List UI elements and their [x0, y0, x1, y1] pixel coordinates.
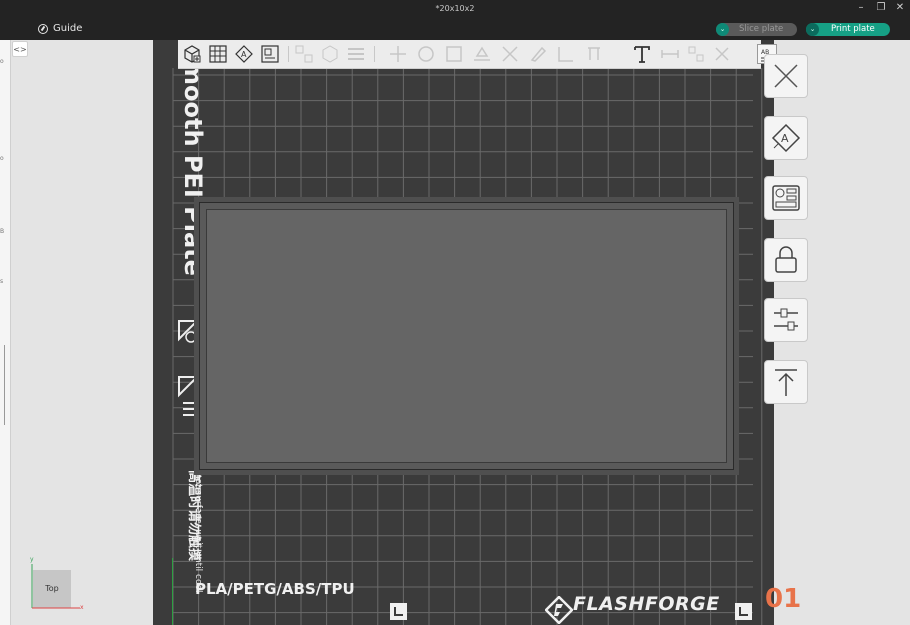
svg-text:A: A [781, 132, 789, 145]
brand-label: FLASHFORGE [573, 593, 720, 615]
build-plate[interactable]: mooth PEI Plate Warning: hot surface, wa… [153, 40, 801, 625]
maximize-button[interactable]: ❐ [871, 2, 891, 13]
chevron-down-icon[interactable]: ⌄ [716, 23, 729, 36]
lock-plate-icon [775, 246, 797, 273]
chevron-down-icon[interactable]: ⌄ [806, 23, 819, 36]
split-parts-icon[interactable] [320, 44, 340, 64]
plate-symbols [178, 320, 199, 416]
lay-on-face-icon[interactable] [472, 44, 492, 64]
plate-marker-icon [390, 603, 407, 620]
rotate-icon[interactable] [416, 44, 436, 64]
move-icon[interactable] [388, 44, 408, 64]
axis-gizmo [31, 564, 80, 609]
guide-label: Guide [53, 23, 83, 34]
minimize-button[interactable]: – [851, 2, 871, 13]
seam-icon[interactable] [556, 44, 576, 64]
plate-layout-icon[interactable] [260, 44, 280, 64]
menu-bar: Guide ⌄ Slice plate ⌄ Print plate [0, 19, 910, 40]
panel-fragment: s [0, 278, 4, 285]
support-icon[interactable] [584, 44, 604, 64]
print-plate-label: Print plate [831, 24, 875, 34]
move-to-top-icon [775, 369, 797, 396]
paint-icon[interactable] [528, 44, 548, 64]
measure-icon[interactable] [660, 44, 680, 64]
arrange-plate-button[interactable] [764, 176, 808, 220]
move-to-top-button[interactable] [764, 360, 808, 404]
close-button[interactable]: ✕ [890, 2, 910, 13]
scale-icon[interactable] [444, 44, 464, 64]
auto-orient-plate-button[interactable]: A [764, 116, 808, 160]
compass-icon [38, 23, 48, 34]
window-title: *20x10x2 [435, 4, 475, 13]
text-icon[interactable] [632, 44, 652, 64]
assembly-icon[interactable] [686, 44, 706, 64]
add-object-icon[interactable] [182, 44, 202, 64]
slice-plate-label: Slice plate [739, 24, 784, 34]
warning-chinese: 高温时请勿触摸 [186, 470, 201, 562]
split-object-icon[interactable] [294, 44, 314, 64]
panel-fragment: B [0, 228, 5, 235]
model-top-face [206, 209, 727, 463]
flashforge-logo-icon [545, 596, 573, 624]
panel-fragment: o [0, 58, 4, 65]
slice-plate-button[interactable]: ⌄ Slice plate [716, 23, 797, 36]
arrange-plate-icon [772, 185, 800, 211]
left-panel: o o B s [0, 40, 11, 625]
auto-orient-plate-icon: A [771, 123, 801, 153]
toolbar-divider [374, 46, 375, 62]
title-bar: *20x10x2 – ❐ ✕ [0, 0, 910, 19]
model-object[interactable] [199, 202, 734, 470]
cut-icon[interactable] [500, 44, 520, 64]
auto-orient-icon[interactable]: A [234, 44, 254, 64]
plate-settings-button[interactable] [764, 298, 808, 342]
plate-marker-icon [735, 603, 752, 620]
svg-text:A: A [241, 50, 247, 59]
close-plate-button[interactable] [764, 54, 808, 98]
arrange-grid-icon[interactable] [208, 44, 228, 64]
emboss-icon[interactable] [712, 44, 732, 64]
axis-x-label: x [80, 604, 84, 611]
panel-scrollbar[interactable] [4, 345, 5, 425]
lock-plate-button[interactable] [764, 238, 808, 282]
close-plate-icon [774, 64, 798, 88]
panel-fragment: o [0, 155, 4, 162]
print-plate-button[interactable]: ⌄ Print plate [806, 23, 890, 36]
toolbar-divider [288, 46, 289, 62]
materials-label: PLA/PETG/ABS/TPU [195, 580, 355, 598]
guide-button[interactable]: Guide [38, 23, 82, 34]
axis-y-label: y [30, 556, 34, 563]
plate-number: 01 [765, 584, 802, 614]
layers-icon[interactable] [346, 44, 366, 64]
plate-settings-icon [774, 308, 798, 331]
y-axis-line [172, 558, 173, 625]
main-toolbar: A AB [178, 40, 777, 69]
collapse-panel-icon[interactable]: <> [12, 41, 28, 57]
